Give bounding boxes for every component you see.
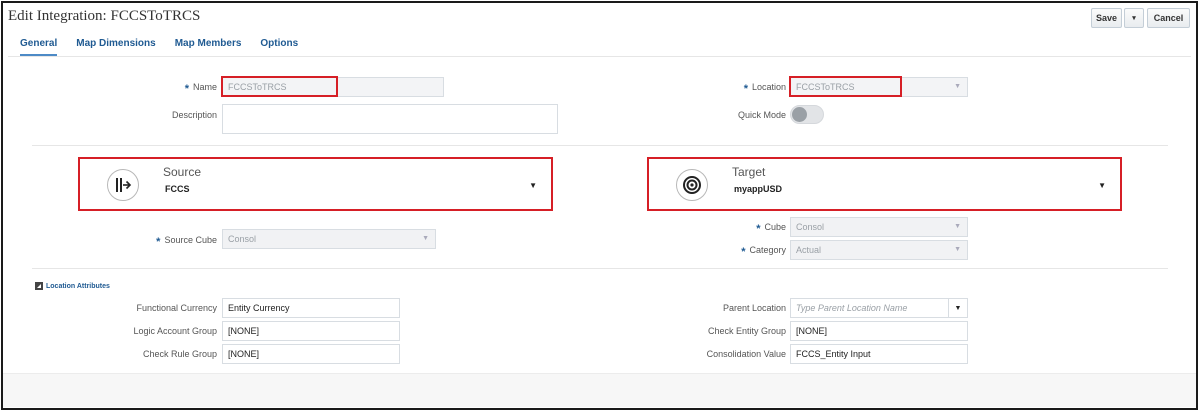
parent-location-placeholder: Type Parent Location Name [796, 303, 908, 313]
collapse-icon [35, 282, 43, 290]
check-rule-group-label: Check Rule Group [142, 349, 217, 359]
name-highlight [221, 76, 338, 97]
tab-map-members[interactable]: Map Members [175, 36, 242, 56]
check-entity-group-label: Check Entity Group [707, 326, 786, 336]
toggle-knob [792, 107, 807, 122]
quick-mode-toggle[interactable] [790, 105, 824, 124]
chevron-down-icon: ▼ [422, 235, 429, 242]
logic-account-group-field[interactable]: [NONE] [222, 321, 400, 341]
logic-account-group-label: Logic Account Group [133, 326, 217, 336]
caret-down-icon[interactable]: ▼ [948, 299, 967, 317]
location-attributes-label: Location Attributes [46, 282, 110, 290]
chevron-down-icon: ▼ [954, 83, 961, 90]
source-import-icon [107, 169, 139, 201]
source-cube-label: * Source Cube [156, 235, 217, 248]
functional-currency-field[interactable]: Entity Currency [222, 298, 400, 318]
chevron-down-icon: ▼ [954, 246, 961, 253]
section-divider [32, 145, 1168, 146]
location-attributes-toggle[interactable]: Location Attributes [35, 282, 110, 290]
save-button[interactable]: Save [1091, 8, 1122, 28]
quick-mode-label: Quick Mode [737, 110, 786, 120]
parent-location-label: Parent Location [722, 303, 786, 313]
cancel-button[interactable]: Cancel [1147, 8, 1190, 28]
parent-location-field[interactable]: Type Parent Location Name ▼ [790, 298, 968, 318]
consolidation-value-label: Consolidation Value [706, 349, 786, 359]
description-field[interactable] [222, 104, 558, 134]
tab-general[interactable]: General [20, 36, 58, 56]
section-divider [32, 268, 1168, 269]
source-value: FCCS [165, 184, 190, 194]
tab-map-dimensions[interactable]: Map Dimensions [76, 36, 155, 56]
tab-bar: General Map Dimensions Map Members Optio… [20, 36, 317, 56]
consolidation-value-field[interactable]: FCCS_Entity Input [790, 344, 968, 364]
functional-currency-label: Functional Currency [136, 303, 217, 313]
location-highlight [789, 76, 902, 97]
target-selector[interactable]: Target myappUSD ▼ [647, 157, 1122, 211]
source-cube-select[interactable]: Consol ▼ [222, 229, 436, 249]
check-rule-group-field[interactable]: [NONE] [222, 344, 400, 364]
target-title: Target [732, 165, 766, 179]
caret-down-icon[interactable]: ▼ [1098, 181, 1106, 190]
cube-label: * Cube [756, 222, 786, 235]
tab-divider [8, 56, 1191, 57]
description-label: Description [171, 110, 217, 120]
chevron-down-icon: ▼ [954, 223, 961, 230]
category-select[interactable]: Actual ▼ [790, 240, 968, 260]
category-label: * Category [741, 245, 786, 258]
target-value: myappUSD [734, 184, 783, 194]
location-label: * Location [743, 82, 786, 95]
check-entity-group-field[interactable]: [NONE] [790, 321, 968, 341]
source-title: Source [163, 165, 202, 179]
tab-options[interactable]: Options [260, 36, 298, 56]
cube-select[interactable]: Consol ▼ [790, 217, 968, 237]
footer-area [3, 373, 1196, 407]
source-selector[interactable]: Source FCCS ▼ [78, 157, 553, 211]
target-icon [676, 169, 708, 201]
page-title: Edit Integration: FCCSToTRCS [8, 8, 201, 24]
save-options-dropdown-button[interactable]: ▾ [1124, 8, 1144, 28]
name-label: * Name [184, 82, 217, 95]
caret-down-icon[interactable]: ▼ [529, 181, 537, 190]
